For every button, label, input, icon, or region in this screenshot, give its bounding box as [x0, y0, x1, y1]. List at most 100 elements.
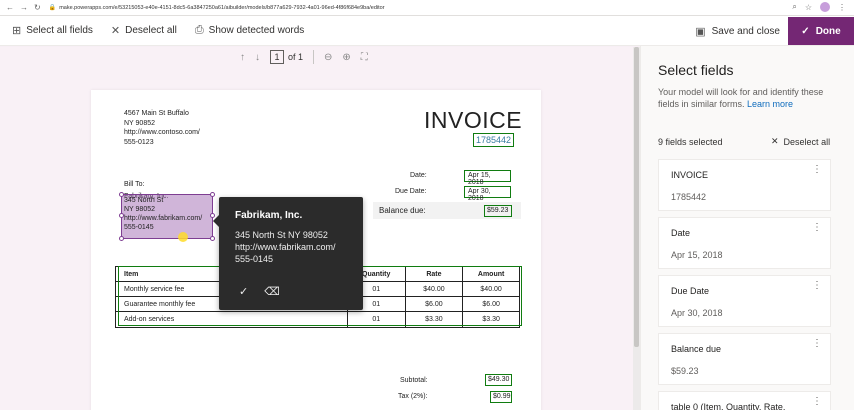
save-close-label: Save and close [711, 25, 780, 37]
sender-address: 4567 Main St Buffalo NY 90852 http://www… [124, 109, 200, 147]
more-options-icon[interactable]: ⋮ [812, 338, 822, 349]
subtotal-field[interactable]: $49.30 [485, 374, 512, 386]
card-title: INVOICE [671, 170, 709, 180]
popup-arrow [213, 215, 219, 227]
popup-line: 555-0145 [235, 254, 274, 264]
panel-deselect-all-button[interactable]: ✕ Deselect all [771, 136, 830, 147]
reload-icon[interactable]: ↻ [34, 3, 41, 12]
confirm-icon[interactable]: ✓ [239, 285, 248, 298]
zoom-out-icon[interactable]: ⊖ [324, 52, 332, 63]
select-all-label: Select all fields [26, 25, 93, 36]
page-number-input[interactable]: 1 [270, 50, 284, 64]
lock-icon: 🔒 [48, 5, 57, 11]
invoice-number-field[interactable]: 1785442 [473, 133, 515, 147]
browser-actions: ⌕ ☆ ⋮ [792, 2, 846, 12]
save-close-button[interactable]: ▣ Save and close [695, 25, 780, 38]
zoom-in-icon[interactable]: ⊕ [342, 52, 350, 63]
selected-count: 9 fields selected [658, 137, 723, 147]
resize-handle[interactable] [210, 236, 215, 241]
panel-desc-text: Your model will look for and identify th… [658, 87, 824, 109]
bill-to-line: http://www.fabrikam.com/ [124, 215, 203, 222]
tax-label: Tax (2%): [398, 393, 428, 400]
resize-handle[interactable] [119, 192, 124, 197]
card-title: Due Date [671, 286, 710, 296]
close-icon: ✕ [110, 25, 121, 37]
resize-handle[interactable] [119, 213, 124, 218]
tax-field[interactable]: $0.99 [490, 391, 512, 403]
card-value: $59.23 [671, 366, 699, 376]
field-card-table[interactable]: table 0 (Item, Quantity, Rate, ⋮ [658, 391, 831, 410]
learn-more-link[interactable]: Learn more [747, 99, 793, 109]
select-fields-panel: Select fields Your model will look for a… [640, 46, 854, 410]
date-label: Date: [410, 172, 427, 179]
more-options-icon[interactable]: ⋮ [812, 280, 822, 291]
canvas-scrollbar[interactable] [633, 47, 640, 410]
zoom-icon[interactable]: ⌕ [792, 2, 796, 12]
card-title: Balance due [671, 344, 722, 354]
page-count: of 1 [288, 52, 304, 62]
url-text: make.powerapps.com/e/53215053-e40e-4151-… [59, 4, 385, 11]
field-card-due-date[interactable]: Due Date Apr 30, 2018 ⋮ [658, 275, 831, 327]
more-options-icon[interactable]: ⋮ [812, 222, 822, 233]
card-value: 1785442 [671, 192, 707, 202]
bill-to-line: 345 North St [124, 197, 164, 204]
more-options-icon[interactable]: ⋮ [812, 396, 822, 407]
field-popup: Fabrikam, Inc. 345 North St NY 98052 htt… [213, 197, 363, 310]
page-navigation: ↑ ↓ 1 of 1 ⊖ ⊕ ⛶ [240, 50, 368, 64]
toolbar-right: ▣ Save and close ✓ Done [695, 16, 854, 46]
editor-toolbar: ⊞ Select all fields ✕ Deselect all ⎙ Sho… [0, 16, 854, 46]
resize-handle[interactable] [119, 236, 124, 241]
popup-line: 345 North St NY 98052 [235, 230, 328, 240]
bill-to-line: 555-0145 [124, 224, 154, 231]
card-value: Apr 30, 2018 [671, 308, 723, 318]
divider [313, 50, 315, 64]
profile-avatar[interactable] [820, 2, 830, 12]
checkmark-icon: ✓ [801, 25, 810, 37]
fit-page-icon[interactable]: ⛶ [361, 52, 368, 63]
browser-nav: ← → ↻ [0, 3, 49, 12]
balance-field[interactable]: $59.23 [484, 205, 512, 217]
date-field[interactable]: Apr 15, 2018 [464, 170, 511, 186]
select-all-icon: ⊞ [12, 25, 22, 37]
due-date-field[interactable]: Apr 30, 2018 [464, 186, 511, 202]
clear-selection-icon[interactable]: ⌫ [264, 285, 280, 298]
bill-to-selection[interactable]: 345 North St NY 98052 http://www.fabrika… [119, 192, 215, 241]
more-options-icon[interactable]: ⋮ [812, 164, 822, 175]
popup-line: http://www.fabrikam.com/ [235, 242, 336, 252]
back-icon[interactable]: ← [6, 3, 14, 12]
forward-icon[interactable]: → [20, 3, 28, 12]
popup-title: Fabrikam, Inc. [235, 210, 303, 221]
resize-handle[interactable] [210, 192, 215, 197]
arrow-down-icon[interactable]: ↓ [255, 52, 260, 63]
browser-bar: ← → ↻ 🔒 make.powerapps.com/e/53215053-e4… [0, 0, 854, 16]
card-title: Date [671, 228, 691, 238]
field-card-balance-due[interactable]: Balance due $59.23 ⋮ [658, 333, 831, 385]
done-button[interactable]: ✓ Done [788, 17, 854, 45]
show-words-label: Show detected words [208, 25, 305, 36]
due-date-label: Due Date: [395, 188, 427, 195]
select-all-button[interactable]: ⊞ Select all fields [12, 24, 93, 37]
field-card-invoice[interactable]: INVOICE 1785442 ⋮ [658, 159, 831, 211]
address-line: http://www.contoso.com/ [124, 129, 200, 136]
star-icon[interactable]: ☆ [805, 3, 812, 12]
address-line: 4567 Main St Buffalo [124, 110, 189, 117]
close-icon: ✕ [771, 136, 779, 146]
deselect-all-label: Deselect all [125, 25, 177, 36]
subtotal-label: Subtotal: [400, 377, 428, 384]
popup-body: 345 North St NY 98052 http://www.fabrika… [235, 229, 347, 265]
balance-label-text: Balance due: [379, 206, 426, 215]
menu-icon[interactable]: ⋮ [838, 3, 846, 12]
show-words-button[interactable]: ⎙ Show detected words [195, 24, 304, 37]
done-label: Done [815, 25, 841, 37]
scroll-thumb[interactable] [634, 47, 639, 347]
pointer-cursor [178, 232, 188, 242]
field-card-date[interactable]: Date Apr 15, 2018 ⋮ [658, 217, 831, 269]
panel-title: Select fields [658, 62, 734, 78]
address-line: 555-0123 [124, 138, 154, 146]
panel-deselect-label: Deselect all [783, 136, 831, 147]
invoice-title: INVOICE [424, 107, 523, 133]
popup-actions: ✓ ⌫ [239, 285, 280, 298]
deselect-all-button[interactable]: ✕ Deselect all [111, 24, 177, 37]
address-bar[interactable]: 🔒 make.powerapps.com/e/53215053-e40e-415… [48, 4, 385, 12]
arrow-up-icon[interactable]: ↑ [240, 52, 245, 63]
